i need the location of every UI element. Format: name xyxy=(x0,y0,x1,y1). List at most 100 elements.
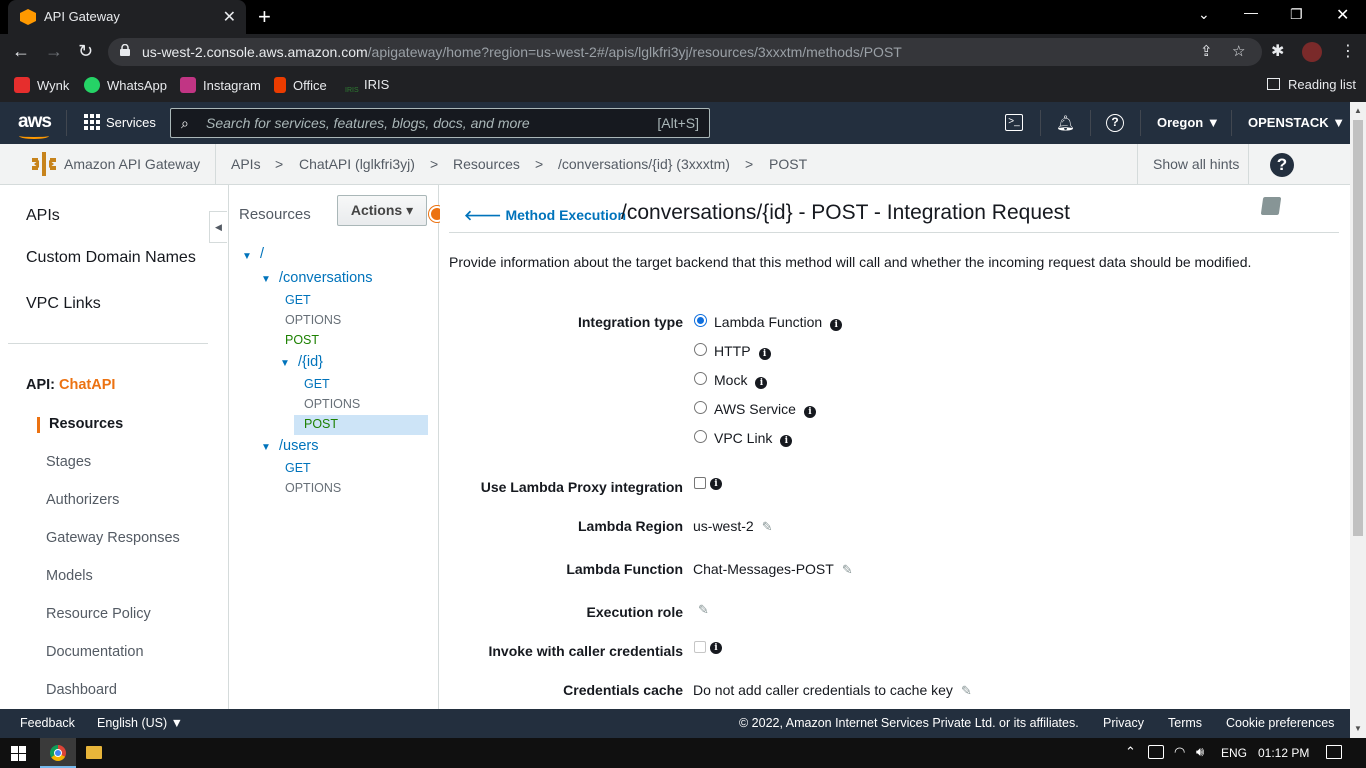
nav-documentation[interactable]: Documentation xyxy=(46,644,144,660)
page-scrollbar[interactable]: ▲ ▼ xyxy=(1350,102,1366,738)
tab-search-icon[interactable]: ⌄ xyxy=(1198,6,1210,23)
info-icon[interactable]: i xyxy=(830,319,843,331)
volume-icon[interactable]: 🔊︎ xyxy=(1196,744,1204,760)
back-icon[interactable]: ← xyxy=(12,41,30,62)
tree-method-post[interactable]: POST xyxy=(285,333,319,347)
info-icon[interactable]: i xyxy=(758,348,771,360)
reload-icon[interactable]: ↻ xyxy=(78,41,93,62)
aws-logo[interactable]: aws xyxy=(18,111,52,139)
breadcrumb-resources[interactable]: Resources xyxy=(453,156,520,172)
windows-start-icon[interactable] xyxy=(11,746,26,761)
info-icon[interactable]: i xyxy=(710,642,722,654)
radio-lambda-function[interactable] xyxy=(694,314,707,327)
info-icon[interactable]: i xyxy=(755,377,768,389)
radio-vpc-link[interactable] xyxy=(694,430,707,443)
actions-button[interactable]: Actions ▾ xyxy=(337,195,427,226)
services-menu[interactable]: Services xyxy=(84,114,156,130)
collapse-nav-icon[interactable]: ◀ xyxy=(209,211,227,243)
option-vpc-link[interactable]: VPC Link i xyxy=(714,430,793,447)
radio-http[interactable] xyxy=(694,343,707,356)
extensions-icon[interactable]: ✱ xyxy=(1271,41,1284,61)
nav-apis[interactable]: APIs xyxy=(26,207,60,225)
expand-triangle-icon[interactable]: ▼ xyxy=(261,442,271,453)
edit-pencil-icon[interactable]: ✎ xyxy=(961,683,972,699)
bookmark-iris[interactable]: IRIS IRIS xyxy=(345,77,389,103)
expand-triangle-icon[interactable]: ▼ xyxy=(280,358,290,369)
api-name[interactable]: ChatAPI xyxy=(59,377,115,393)
tree-root[interactable]: / xyxy=(260,246,264,262)
option-lambda-function[interactable]: Lambda Function i xyxy=(714,314,843,331)
feedback-link[interactable]: Feedback xyxy=(20,716,75,730)
tree-method-options[interactable]: OPTIONS xyxy=(304,397,360,411)
cloudshell-icon[interactable]: >_ xyxy=(1005,114,1023,131)
notifications-icon[interactable] xyxy=(1326,745,1342,759)
profile-avatar[interactable] xyxy=(1302,42,1322,62)
scroll-down-icon[interactable]: ▼ xyxy=(1354,724,1362,733)
restore-icon[interactable]: ❐ xyxy=(1290,6,1303,23)
device-icon[interactable] xyxy=(1148,745,1164,759)
privacy-link[interactable]: Privacy xyxy=(1103,716,1144,730)
close-tab-icon[interactable]: ✕ xyxy=(223,7,236,27)
show-all-hints-button[interactable]: Show all hints xyxy=(1137,144,1249,184)
nav-authorizers[interactable]: Authorizers xyxy=(46,492,119,508)
tree-id[interactable]: /{id} xyxy=(298,354,323,370)
close-window-icon[interactable]: ✕ xyxy=(1336,5,1349,25)
notifications-bell-icon[interactable]: 🔔︎ xyxy=(1056,114,1075,132)
invoke-caller-credentials-checkbox[interactable] xyxy=(694,641,706,653)
tree-method-get[interactable]: GET xyxy=(285,461,311,475)
breadcrumb-resource-id[interactable]: /conversations/{id} (3xxxtm) xyxy=(558,156,730,172)
breadcrumb-service[interactable]: Amazon API Gateway xyxy=(64,156,200,172)
nav-stages[interactable]: Stages xyxy=(46,454,91,470)
language-indicator[interactable]: ENG xyxy=(1221,746,1247,760)
nav-resource-policy[interactable]: Resource Policy xyxy=(46,606,151,622)
bookmark-star-icon[interactable]: ☆ xyxy=(1232,42,1245,60)
info-icon[interactable]: i xyxy=(780,435,793,447)
tree-method-get[interactable]: GET xyxy=(285,293,311,307)
edit-pencil-icon[interactable]: ✎ xyxy=(842,562,853,578)
aws-search-input[interactable]: ⌕ Search for services, features, blogs, … xyxy=(170,108,710,138)
breadcrumb-apis[interactable]: APIs xyxy=(231,156,261,172)
bookmark-instagram[interactable]: Instagram xyxy=(180,77,261,93)
help-circle-icon[interactable]: ? xyxy=(1270,153,1294,177)
expand-triangle-icon[interactable]: ▼ xyxy=(242,251,252,262)
breadcrumb-chatapi[interactable]: ChatAPI (lglkfri3yj) xyxy=(299,156,415,172)
clock[interactable]: 01:12 PM xyxy=(1258,746,1309,760)
tree-method-post-selected[interactable]: POST xyxy=(304,417,338,431)
nav-custom-domain-names[interactable]: Custom Domain Names xyxy=(26,249,196,267)
edit-pencil-icon[interactable]: ✎ xyxy=(762,519,773,535)
option-mock[interactable]: Mock i xyxy=(714,372,768,389)
region-selector[interactable]: Oregon ▼ xyxy=(1157,115,1220,130)
bookmark-office[interactable]: Office xyxy=(274,77,327,93)
bookmark-wynk[interactable]: Wynk xyxy=(14,77,69,93)
documentation-book-icon[interactable] xyxy=(1260,197,1282,215)
forward-icon[interactable]: → xyxy=(45,41,63,62)
info-icon[interactable]: i xyxy=(710,478,722,490)
nav-gateway-responses[interactable]: Gateway Responses xyxy=(46,530,180,546)
file-explorer-icon[interactable] xyxy=(86,746,102,759)
scroll-up-icon[interactable]: ▲ xyxy=(1354,106,1362,115)
share-icon[interactable]: ⇪ xyxy=(1200,42,1213,60)
show-hidden-icons-chevron-icon[interactable]: ⌃ xyxy=(1125,744,1136,760)
radio-mock[interactable] xyxy=(694,372,707,385)
radio-aws-service[interactable] xyxy=(694,401,707,414)
language-selector[interactable]: English (US) ▼ xyxy=(97,716,183,730)
reading-list[interactable]: Reading list xyxy=(1267,77,1356,92)
terms-link[interactable]: Terms xyxy=(1168,716,1202,730)
address-bar[interactable]: us-west-2.console.aws.amazon.com/apigate… xyxy=(108,38,1262,66)
nav-dashboard[interactable]: Dashboard xyxy=(46,682,117,698)
browser-tab[interactable]: API Gateway ✕ xyxy=(8,0,246,34)
minimize-icon[interactable]: — xyxy=(1244,4,1258,20)
taskbar-chrome[interactable] xyxy=(40,738,76,768)
option-http[interactable]: HTTP i xyxy=(714,343,771,360)
tree-method-get[interactable]: GET xyxy=(304,377,330,391)
menu-kebab-icon[interactable]: ⋮ xyxy=(1340,41,1356,61)
help-icon[interactable]: ? xyxy=(1106,114,1124,132)
scrollbar-thumb[interactable] xyxy=(1353,120,1363,536)
tree-method-options[interactable]: OPTIONS xyxy=(285,313,341,327)
info-icon[interactable]: i xyxy=(803,406,816,418)
method-execution-link[interactable]: 🡐︎ Method Execution xyxy=(464,207,626,224)
wifi-icon[interactable]: ◠ xyxy=(1174,744,1185,760)
nav-vpc-links[interactable]: VPC Links xyxy=(26,295,101,313)
cookie-preferences-link[interactable]: Cookie preferences xyxy=(1226,716,1334,730)
proxy-integration-checkbox[interactable] xyxy=(694,477,706,489)
